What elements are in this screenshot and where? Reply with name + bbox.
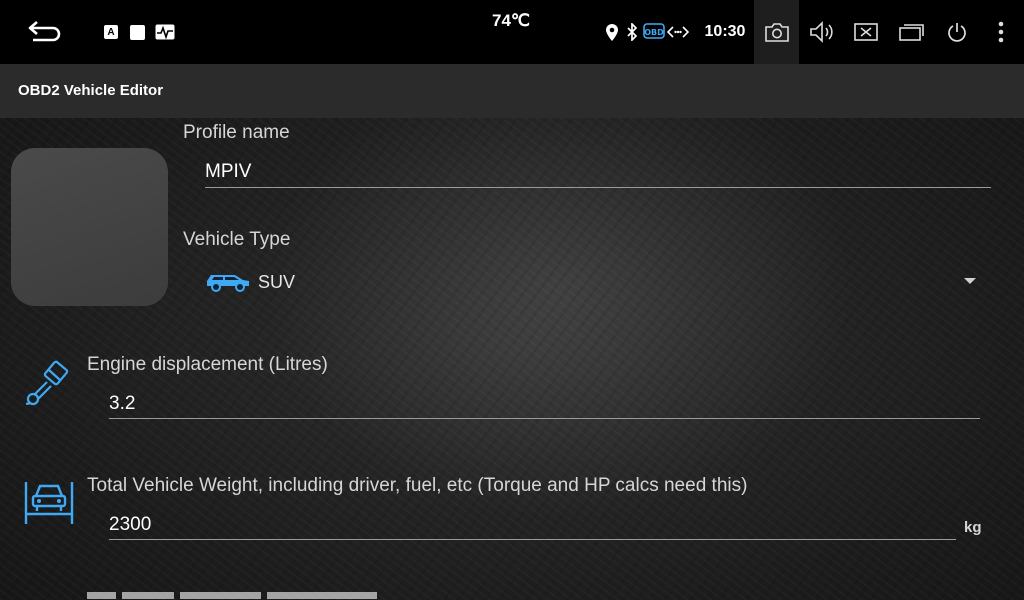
recent-apps-icon[interactable] — [896, 18, 928, 46]
vehicle-editor-form: Profile name MPIV Vehicle Type SUV Engin… — [0, 118, 1024, 600]
square-icon — [130, 25, 145, 40]
back-icon[interactable] — [22, 14, 66, 50]
vehicle-type-label: Vehicle Type — [183, 229, 291, 250]
profile-name-field[interactable]: MPIV — [205, 161, 985, 183]
vehicle-weight-label: Total Vehicle Weight, including driver, … — [87, 475, 748, 496]
pulse-icon — [155, 24, 175, 40]
volume-icon[interactable] — [805, 18, 839, 46]
link-icon — [667, 24, 689, 40]
chevron-down-icon — [964, 278, 976, 284]
camera-icon[interactable] — [754, 0, 799, 64]
weight-unit-label: kg — [964, 519, 982, 536]
car-lift-icon — [22, 480, 76, 531]
piston-icon — [22, 358, 74, 415]
app-bar: OBD2 Vehicle Editor — [0, 64, 1024, 118]
vehicle-type-value: SUV — [258, 272, 296, 292]
more-icon[interactable] — [990, 18, 1012, 46]
profile-name-label: Profile name — [183, 122, 290, 143]
next-field-partial — [87, 592, 387, 600]
clock: 10:30 — [704, 23, 746, 40]
obd-icon: OBD — [643, 23, 665, 39]
svg-text:OBD: OBD — [644, 28, 664, 37]
profile-name-underline — [205, 187, 991, 188]
temperature-readout: 74℃ — [491, 11, 530, 30]
engine-displacement-field[interactable]: 3.2 — [109, 393, 969, 415]
vehicle-image-placeholder[interactable] — [11, 148, 168, 306]
bluetooth-icon — [624, 22, 640, 42]
suv-icon — [205, 270, 251, 299]
power-icon[interactable] — [943, 18, 971, 46]
engine-displacement-underline — [109, 418, 980, 419]
status-bar: A 74℃ OBD 10:30 — [0, 0, 1024, 64]
close-window-icon[interactable] — [851, 18, 881, 46]
app-title: OBD2 Vehicle Editor — [18, 82, 164, 99]
vehicle-type-dropdown[interactable]: SUV — [205, 266, 985, 300]
location-icon — [605, 23, 619, 41]
vehicle-weight-underline — [109, 539, 956, 540]
engine-displacement-label: Engine displacement (Litres) — [87, 354, 328, 375]
a-badge-icon: A — [104, 25, 118, 39]
vehicle-weight-field[interactable]: 2300 — [109, 514, 949, 536]
